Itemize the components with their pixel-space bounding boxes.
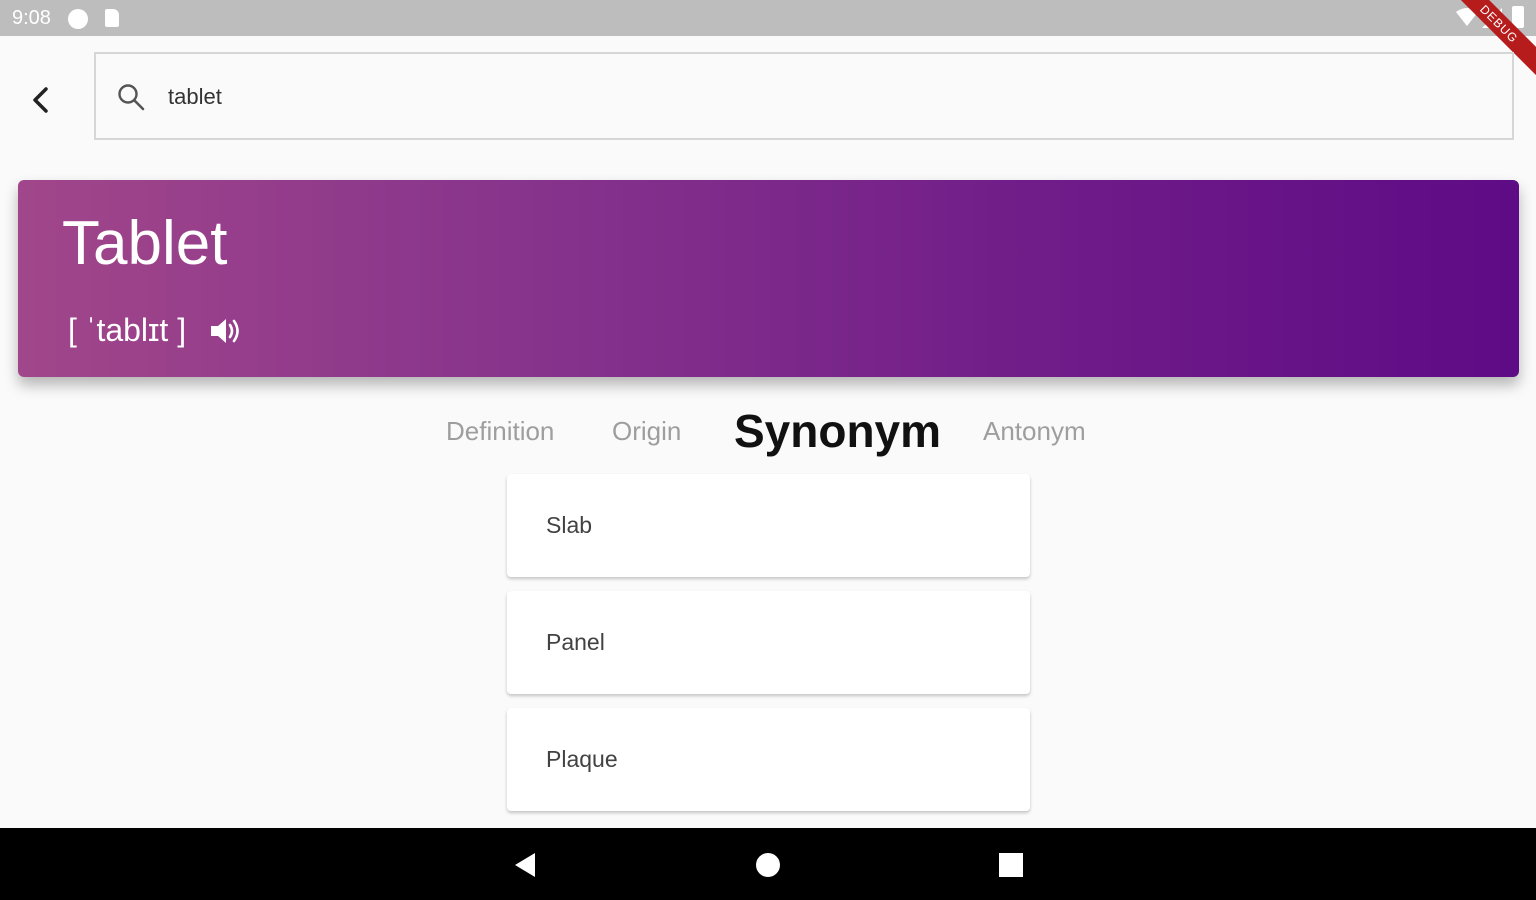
synonym-text: Plaque bbox=[546, 746, 618, 772]
list-item[interactable]: Slab bbox=[507, 474, 1030, 577]
list-item[interactable]: Plaque bbox=[507, 708, 1030, 811]
sd-card-icon bbox=[105, 9, 119, 27]
word-title: Tablet bbox=[62, 209, 228, 278]
nav-recents-button[interactable] bbox=[996, 850, 1026, 880]
tab-antonym[interactable]: Antonym bbox=[983, 416, 1086, 447]
list-item[interactable]: Panel bbox=[507, 591, 1030, 694]
status-time: 9:08 bbox=[12, 7, 51, 29]
app-notification-icon bbox=[68, 9, 88, 29]
tab-definition[interactable]: Definition bbox=[446, 416, 554, 447]
pronunciation-row: [ ˈtablɪt ] bbox=[68, 312, 244, 349]
word-header-card: Tablet [ ˈtablɪt ] bbox=[18, 180, 1519, 377]
tab-synonym[interactable]: Synonym bbox=[734, 404, 941, 458]
tab-origin[interactable]: Origin bbox=[612, 416, 681, 447]
status-bar: 9:08 DEBUG bbox=[0, 0, 1536, 85]
circle-home-icon bbox=[756, 853, 780, 877]
nav-home-button[interactable] bbox=[753, 850, 783, 880]
arrow-back-icon bbox=[33, 87, 48, 113]
volume-up-icon bbox=[211, 318, 239, 343]
search-box[interactable] bbox=[94, 52, 1514, 140]
synonym-text: Slab bbox=[546, 512, 593, 538]
play-pronunciation-button[interactable] bbox=[208, 313, 244, 349]
pronunciation-text: [ ˈtablɪt ] bbox=[68, 312, 187, 348]
synonym-text: Panel bbox=[546, 629, 605, 655]
system-nav-bar bbox=[0, 828, 1536, 900]
section-tabs: Definition Origin Synonym Antonym bbox=[0, 402, 1536, 462]
triangle-back-icon bbox=[515, 853, 535, 877]
nav-back-button[interactable] bbox=[509, 850, 539, 880]
search-icon bbox=[116, 82, 146, 117]
search-input[interactable] bbox=[166, 76, 1470, 118]
back-button[interactable] bbox=[18, 78, 62, 122]
square-recents-icon bbox=[999, 853, 1023, 877]
app-screen: 9:08 DEBUG Tablet [ ˈtablɪt ] bbox=[0, 0, 1536, 900]
